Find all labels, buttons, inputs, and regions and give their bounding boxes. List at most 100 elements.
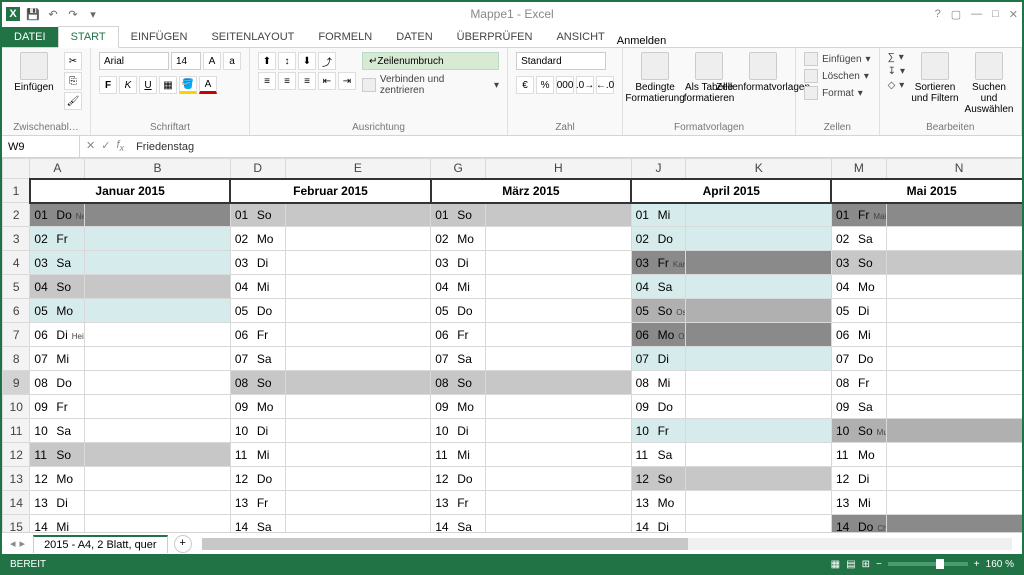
day-cell[interactable]: 09Sa: [831, 395, 886, 419]
day-cell[interactable]: 08Do: [30, 371, 85, 395]
day-cell[interactable]: 11Mi: [431, 443, 486, 467]
day-cell[interactable]: 01Mi: [631, 203, 686, 227]
indent-dec-icon[interactable]: ⇤: [318, 72, 336, 90]
day-note-cell[interactable]: [85, 347, 231, 371]
fill-color-icon[interactable]: 🪣: [179, 76, 197, 94]
row-header[interactable]: 12: [3, 443, 30, 467]
day-note-cell[interactable]: [886, 419, 1022, 443]
day-note-cell[interactable]: [285, 467, 431, 491]
col-header[interactable]: K: [686, 159, 832, 179]
day-note-cell[interactable]: [886, 443, 1022, 467]
day-cell[interactable]: 07Sa: [431, 347, 486, 371]
day-note-cell[interactable]: [486, 299, 632, 323]
col-header[interactable]: H: [486, 159, 632, 179]
row-header[interactable]: 2: [3, 203, 30, 227]
view-layout-icon[interactable]: ▤: [846, 559, 855, 570]
day-cell[interactable]: 08So: [230, 371, 285, 395]
day-note-cell[interactable]: [686, 251, 832, 275]
insert-cells-button[interactable]: Einfügen ▾: [804, 52, 871, 66]
tab-start[interactable]: START: [58, 26, 119, 48]
align-bottom-icon[interactable]: ⬇: [298, 52, 316, 70]
format-table-button[interactable]: Als Tabelle formatieren: [685, 52, 733, 104]
day-cell[interactable]: 04Mo: [831, 275, 886, 299]
day-cell[interactable]: 14Sa: [230, 515, 285, 533]
day-note-cell[interactable]: [886, 395, 1022, 419]
signin-link[interactable]: Anmelden: [617, 35, 667, 47]
cancel-formula-icon[interactable]: ✕: [86, 139, 95, 153]
wrap-text-button[interactable]: ↵ Zeilenumbruch: [362, 52, 499, 70]
day-note-cell[interactable]: [486, 419, 632, 443]
font-size-select[interactable]: [171, 52, 201, 70]
day-note-cell[interactable]: [886, 371, 1022, 395]
maximize-icon[interactable]: □: [992, 8, 999, 21]
month-header[interactable]: Februar 2015: [230, 179, 430, 203]
font-name-select[interactable]: [99, 52, 169, 70]
view-normal-icon[interactable]: ▦: [831, 559, 840, 570]
row-header[interactable]: 11: [3, 419, 30, 443]
col-header[interactable]: G: [431, 159, 486, 179]
day-note-cell[interactable]: [85, 323, 231, 347]
day-note-cell[interactable]: [85, 395, 231, 419]
worksheet-grid[interactable]: ABDEGHJKMNP1Januar 2015Februar 2015März …: [2, 158, 1022, 532]
day-note-cell[interactable]: [686, 443, 832, 467]
tab-data[interactable]: DATEN: [384, 27, 444, 47]
day-cell[interactable]: 04Mi: [431, 275, 486, 299]
inc-decimal-icon[interactable]: .0→: [576, 76, 594, 94]
day-note-cell[interactable]: [85, 443, 231, 467]
day-note-cell[interactable]: [486, 275, 632, 299]
grow-font-icon[interactable]: A: [203, 52, 221, 70]
day-cell[interactable]: 10Sa: [30, 419, 85, 443]
day-note-cell[interactable]: [486, 491, 632, 515]
day-note-cell[interactable]: [886, 467, 1022, 491]
day-note-cell[interactable]: [486, 467, 632, 491]
day-note-cell[interactable]: [686, 299, 832, 323]
day-note-cell[interactable]: [285, 203, 431, 227]
day-note-cell[interactable]: [686, 275, 832, 299]
day-cell[interactable]: 05Do: [230, 299, 285, 323]
day-cell[interactable]: 10Di: [230, 419, 285, 443]
day-note-cell[interactable]: [285, 395, 431, 419]
day-note-cell[interactable]: [285, 419, 431, 443]
day-cell[interactable]: 03FrKarfreitag: [631, 251, 686, 275]
day-note-cell[interactable]: [85, 467, 231, 491]
col-header[interactable]: A: [30, 159, 85, 179]
tab-review[interactable]: ÜBERPRÜFEN: [445, 27, 545, 47]
day-note-cell[interactable]: [85, 251, 231, 275]
day-note-cell[interactable]: [886, 299, 1022, 323]
day-cell[interactable]: 09Mo: [230, 395, 285, 419]
paste-button[interactable]: Einfügen: [10, 52, 58, 93]
day-cell[interactable]: 02Mo: [230, 227, 285, 251]
name-box[interactable]: W9: [2, 136, 80, 157]
view-break-icon[interactable]: ⊞: [862, 559, 870, 570]
find-select-button[interactable]: Suchen und Auswählen: [965, 52, 1013, 115]
day-cell[interactable]: 07Mi: [30, 347, 85, 371]
row-header[interactable]: 8: [3, 347, 30, 371]
italic-button[interactable]: K: [119, 76, 137, 94]
day-cell[interactable]: 12Mo: [30, 467, 85, 491]
day-cell[interactable]: 02Mo: [431, 227, 486, 251]
day-cell[interactable]: 11Mi: [230, 443, 285, 467]
day-cell[interactable]: 11So: [30, 443, 85, 467]
day-cell[interactable]: 04So: [30, 275, 85, 299]
row-header[interactable]: 7: [3, 323, 30, 347]
day-note-cell[interactable]: [285, 323, 431, 347]
day-cell[interactable]: 03Di: [431, 251, 486, 275]
day-note-cell[interactable]: [85, 491, 231, 515]
day-note-cell[interactable]: [886, 251, 1022, 275]
col-header[interactable]: M: [831, 159, 886, 179]
day-cell[interactable]: 05Di: [831, 299, 886, 323]
tab-layout[interactable]: SEITENLAYOUT: [199, 27, 306, 47]
col-header[interactable]: D: [230, 159, 285, 179]
cond-format-button[interactable]: Bedingte Formatierung: [631, 52, 679, 104]
day-cell[interactable]: 12Di: [831, 467, 886, 491]
orientation-icon[interactable]: ⤴: [318, 52, 336, 70]
font-color-icon[interactable]: A: [199, 76, 217, 94]
row-header[interactable]: 1: [3, 179, 30, 203]
comma-icon[interactable]: 000: [556, 76, 574, 94]
day-note-cell[interactable]: [85, 203, 231, 227]
day-cell[interactable]: 13Mi: [831, 491, 886, 515]
day-cell[interactable]: 14DoChr. Himmelf.: [831, 515, 886, 533]
day-note-cell[interactable]: [886, 203, 1022, 227]
day-cell[interactable]: 07Sa: [230, 347, 285, 371]
day-cell[interactable]: 14Sa: [431, 515, 486, 533]
